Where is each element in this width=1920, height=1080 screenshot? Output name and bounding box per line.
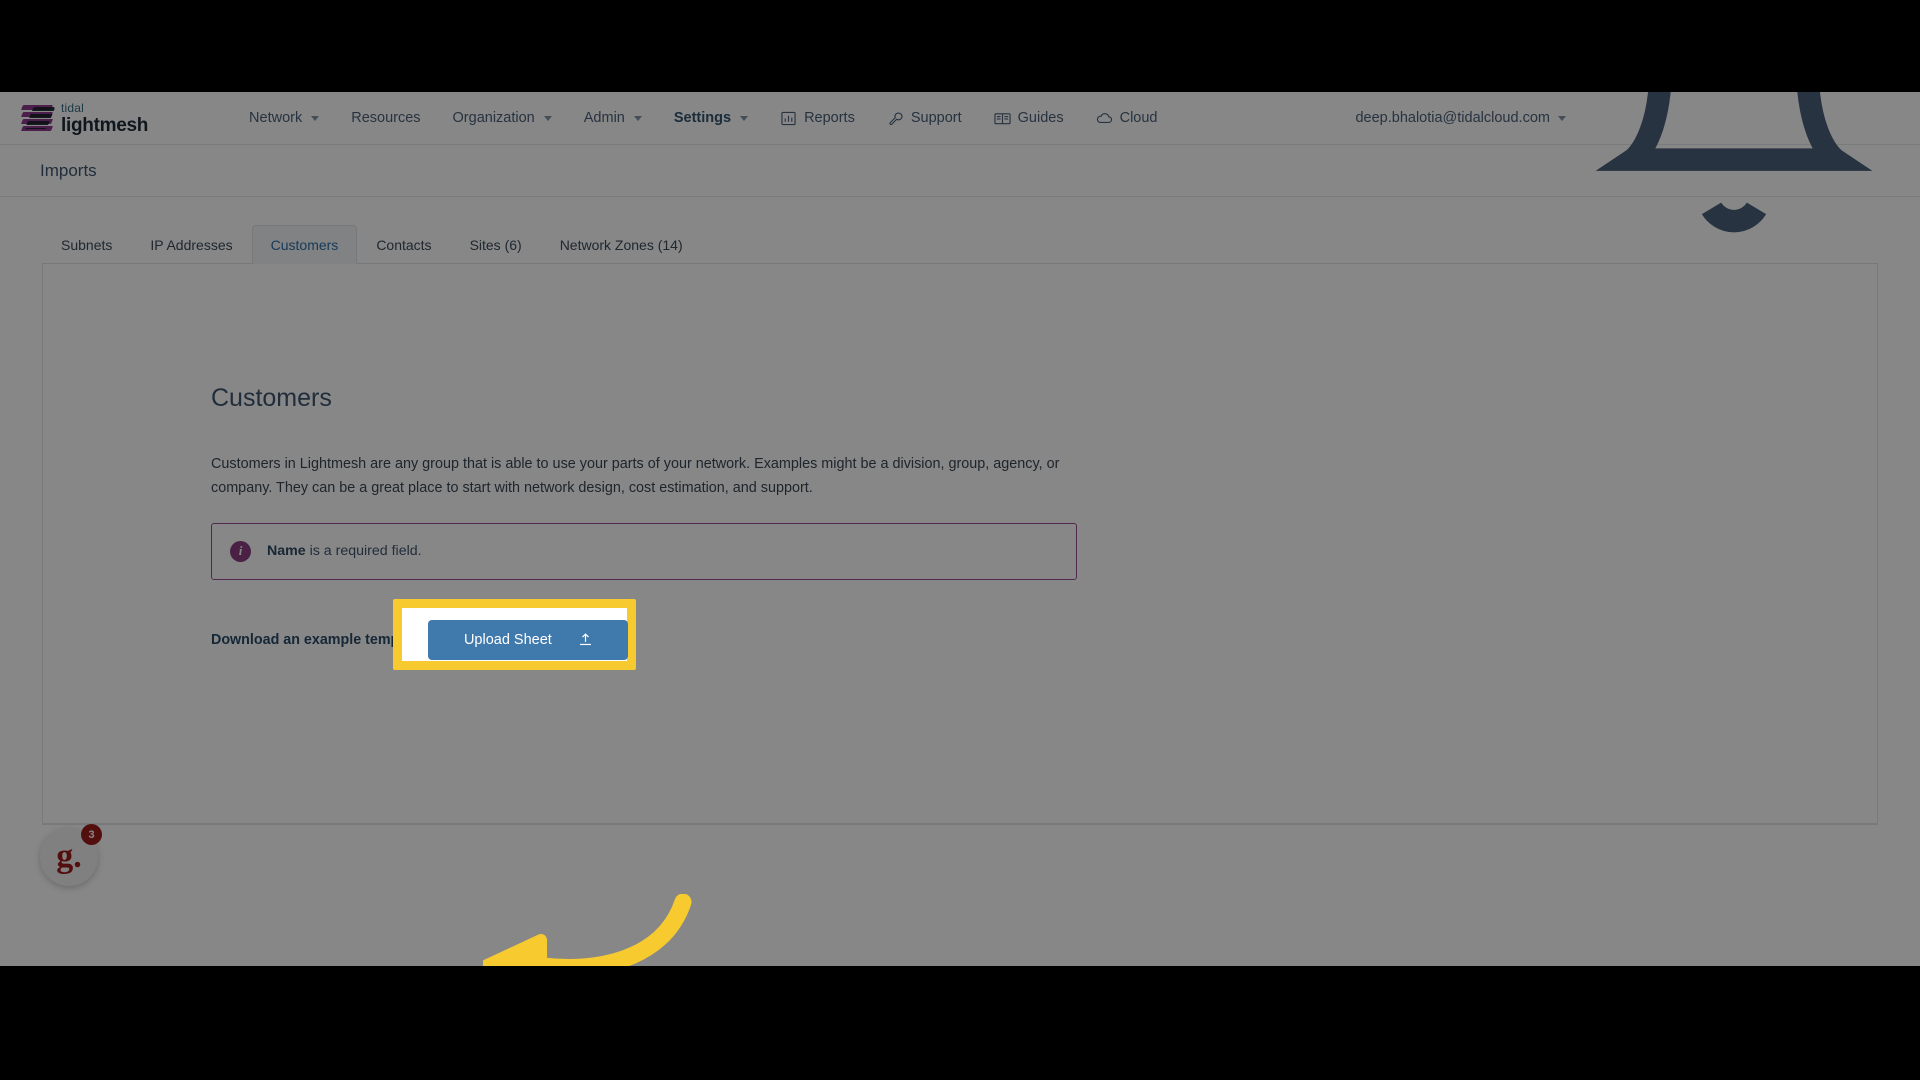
nav-item-support[interactable]: Support	[871, 104, 978, 132]
upload-icon	[578, 632, 593, 647]
nav-item-admin[interactable]: Admin	[568, 104, 658, 132]
notifications-button[interactable]	[1566, 92, 1898, 283]
top-navbar: tidal lightmesh Network Resources Organi…	[0, 92, 1920, 232]
tab-sites[interactable]: Sites (6)	[451, 225, 541, 264]
user-email-label[interactable]: deep.bhalotia@tidalcloud.com	[1343, 104, 1555, 132]
footer-divider	[42, 824, 1878, 825]
page-title: Imports	[40, 160, 97, 180]
section-title: Customers	[211, 384, 332, 412]
cloud-icon	[1096, 111, 1113, 126]
brand-name-lightmesh: lightmesh	[61, 114, 149, 136]
app-window: tidal lightmesh Network Resources Organi…	[0, 92, 1920, 966]
chevron-down-icon[interactable]	[1557, 115, 1566, 121]
wrench-icon	[887, 111, 904, 126]
nav-item-cloud[interactable]: Cloud	[1080, 104, 1174, 132]
nav-label-resources: Resources	[351, 110, 421, 126]
nav-label-reports: Reports	[804, 110, 855, 126]
import-panel-inner: Customers Customers in Lightmesh are any…	[43, 384, 1143, 693]
nav-label-organization: Organization	[452, 110, 535, 126]
book-icon	[994, 111, 1011, 126]
nav-item-settings[interactable]: Settings	[658, 104, 764, 132]
upload-button-wrapper: Upload Sheet	[428, 619, 629, 660]
alert-message-rest: is a required field.	[305, 543, 422, 560]
chevron-down-icon	[740, 115, 749, 121]
tab-network-zones[interactable]: Network Zones (14)	[541, 225, 702, 264]
tab-subnets[interactable]: Subnets	[42, 225, 131, 264]
bell-icon	[1584, 92, 1884, 277]
nav-item-guides[interactable]: Guides	[978, 104, 1080, 132]
info-icon: i	[230, 540, 251, 562]
chat-widget[interactable]: g. 3	[40, 824, 102, 886]
section-description: Customers in Lightmesh are any group tha…	[211, 456, 1060, 496]
nav-label-cloud: Cloud	[1119, 110, 1158, 126]
nav-label-settings: Settings	[673, 110, 732, 126]
chevron-down-icon	[311, 115, 320, 121]
tab-ip-addresses[interactable]: IP Addresses	[131, 225, 251, 264]
upload-sheet-area: Upload Sheet	[393, 598, 637, 670]
user-menu-area: deep.bhalotia@tidalcloud.com	[1343, 92, 1897, 283]
alert-message: Name is a required field.	[267, 543, 422, 559]
bar-chart-icon	[780, 111, 797, 126]
primary-nav: Network Resources Organization Admin Set…	[233, 104, 1173, 132]
nav-item-network[interactable]: Network	[233, 104, 335, 132]
nav-label-support: Support	[910, 110, 962, 126]
upload-sheet-label: Upload Sheet	[463, 631, 552, 648]
import-panel: Customers Customers in Lightmesh are any…	[42, 264, 1878, 966]
nav-item-reports[interactable]: Reports	[764, 104, 871, 132]
arrow-annotation	[479, 893, 713, 966]
lightmesh-logo-icon	[20, 105, 56, 131]
tab-customers[interactable]: Customers	[251, 225, 358, 264]
alert-field-name: Name	[267, 543, 306, 560]
chevron-down-icon	[543, 115, 552, 121]
nav-label-network: Network	[249, 110, 303, 126]
chat-unread-badge: 3	[81, 824, 102, 845]
brand-text: tidal lightmesh	[61, 102, 148, 135]
nav-item-organization[interactable]: Organization	[437, 104, 568, 132]
brand-name-tidal: tidal	[61, 100, 85, 115]
nav-label-guides: Guides	[1017, 110, 1064, 126]
tab-contacts[interactable]: Contacts	[357, 225, 450, 264]
download-template-link[interactable]: Download an example template	[211, 632, 424, 648]
chevron-down-icon	[633, 115, 642, 121]
brand-logo[interactable]: tidal lightmesh	[20, 102, 148, 135]
nav-item-resources[interactable]: Resources	[335, 104, 436, 132]
upload-sheet-button[interactable]: Upload Sheet	[428, 619, 629, 660]
required-field-alert: i Name is a required field.	[211, 522, 1077, 580]
nav-label-admin: Admin	[583, 110, 625, 126]
